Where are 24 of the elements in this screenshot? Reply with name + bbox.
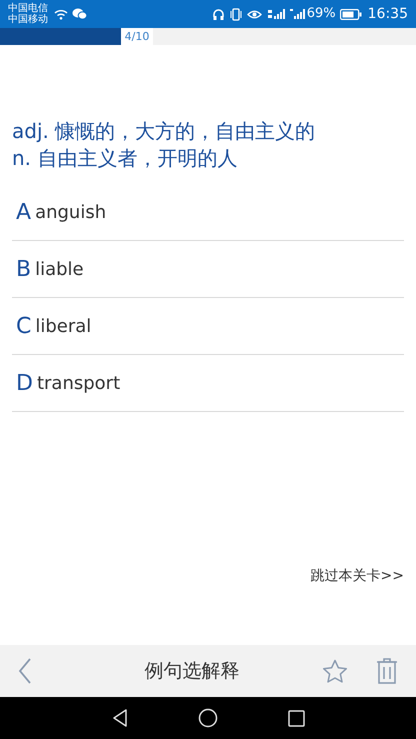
signal-icon xyxy=(266,8,285,20)
skip-level-link[interactable]: 跳过本关卡>> xyxy=(310,566,404,587)
star-icon[interactable] xyxy=(322,658,348,684)
signal-icon xyxy=(290,8,305,20)
bottom-bar-title: 例句选解释 xyxy=(144,658,240,684)
carrier-name: 中国电信 xyxy=(8,3,48,14)
battery-percentage: 69% xyxy=(306,5,336,24)
clock: 16:35 xyxy=(368,4,408,24)
answer-option[interactable]: B liable xyxy=(12,241,404,298)
definition-line: n. 自由主义者，开明的人 xyxy=(12,145,238,172)
progress-label: 4/10 xyxy=(120,28,154,45)
vibrate-icon xyxy=(228,8,243,20)
headset-icon xyxy=(212,8,225,20)
answer-option[interactable]: C liberal xyxy=(12,298,404,355)
eye-icon xyxy=(246,8,262,20)
chat-bubbles-icon xyxy=(72,8,87,20)
wifi-icon xyxy=(54,8,68,20)
answer-option[interactable]: A anguish xyxy=(12,184,404,241)
battery-icon xyxy=(340,8,362,20)
carrier-name: 中国移动 xyxy=(8,14,48,25)
answer-option[interactable]: D transport xyxy=(12,355,404,412)
recent-apps-icon[interactable] xyxy=(288,710,304,726)
definition-line: adj. 慷慨的，大方的，自由主义的 xyxy=(12,118,316,145)
home-icon[interactable] xyxy=(198,708,218,728)
